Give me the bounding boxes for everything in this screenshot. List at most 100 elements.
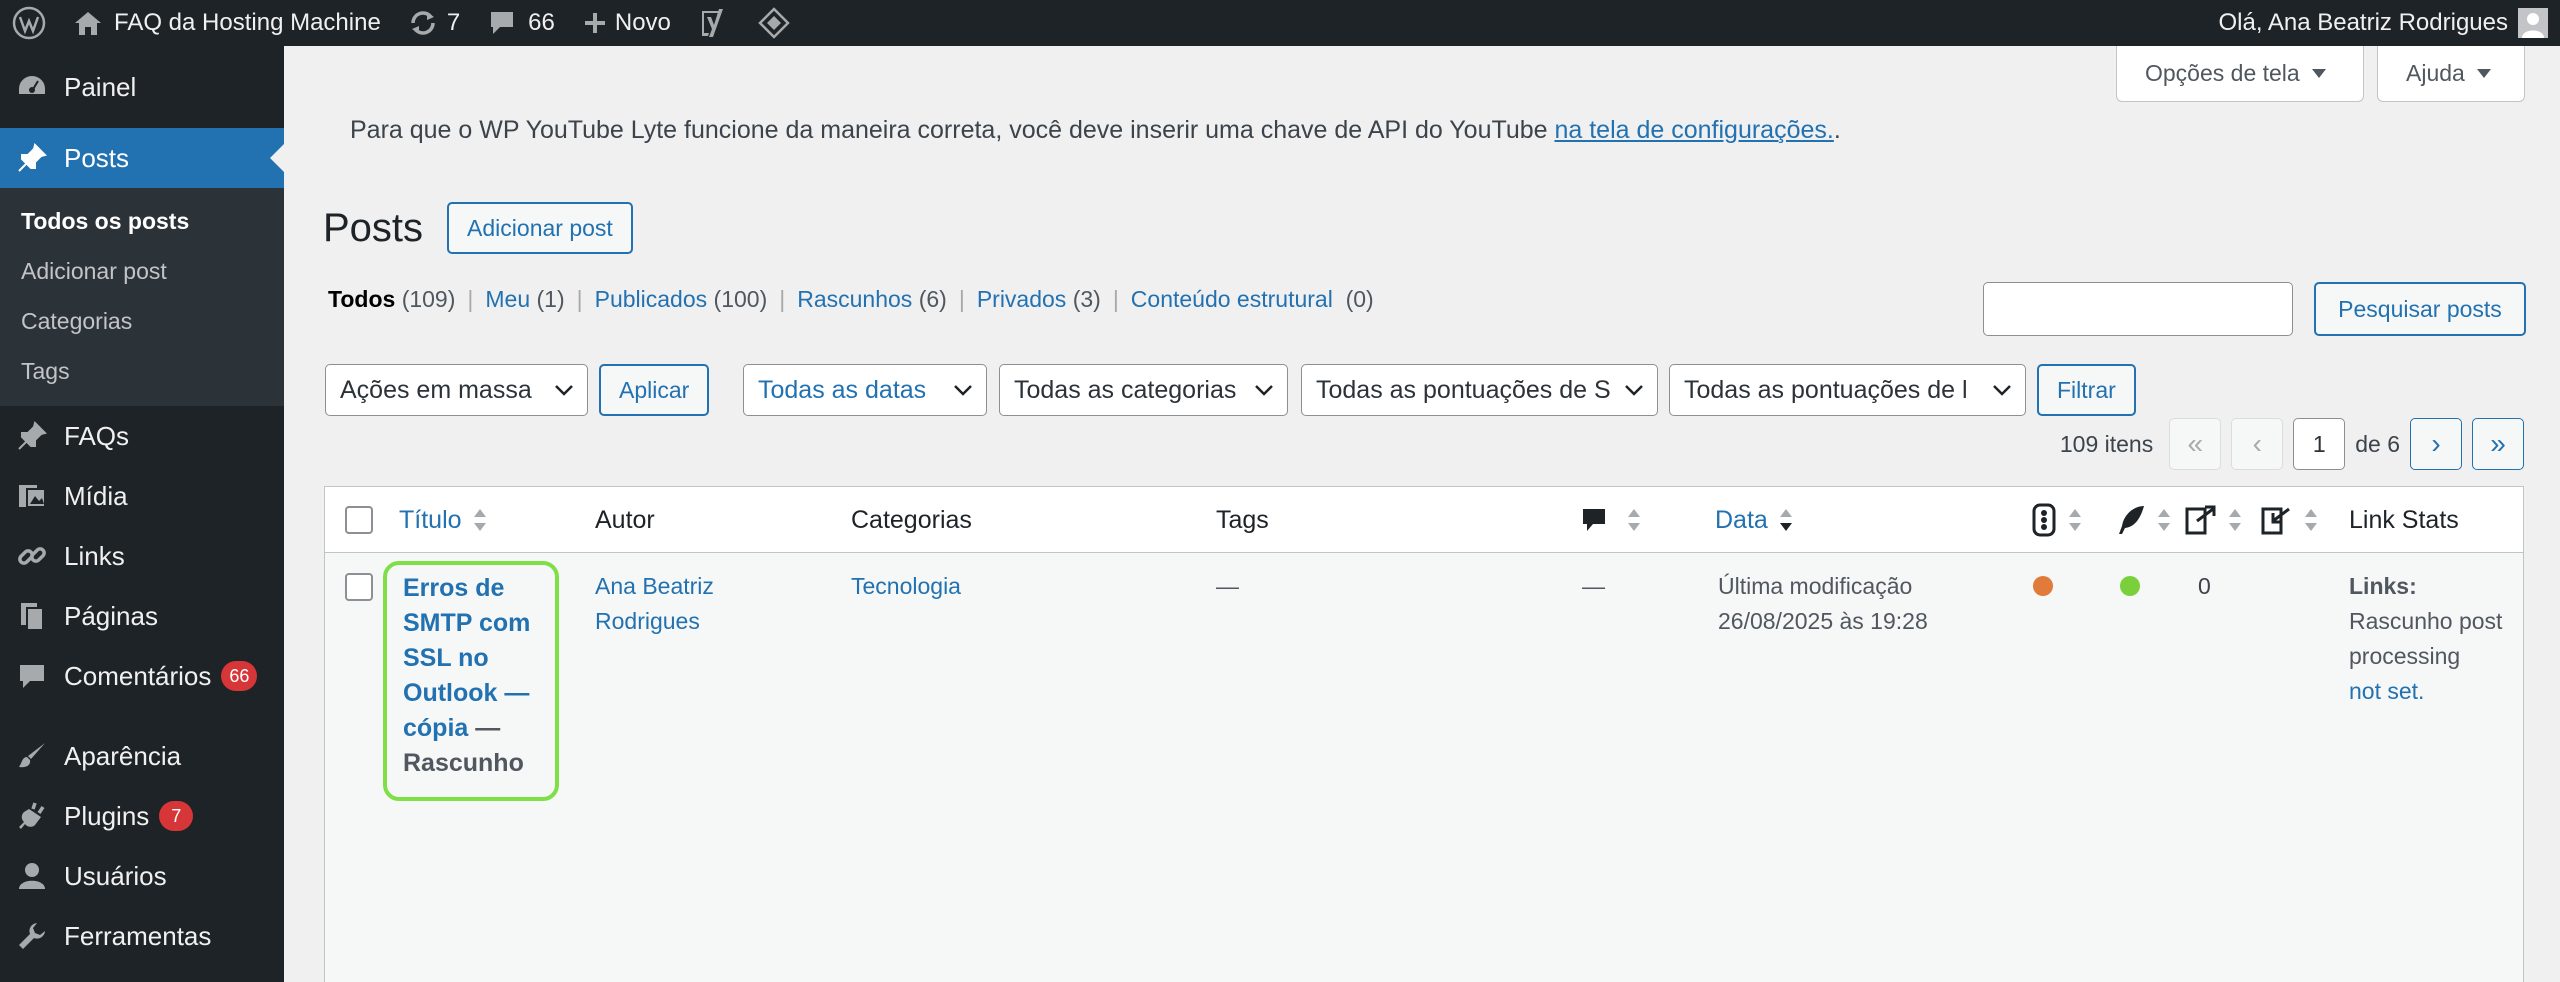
column-date[interactable]: Data bbox=[1715, 487, 1794, 553]
help-button[interactable]: Ajuda bbox=[2377, 46, 2525, 102]
submenu-item-add-post[interactable]: Adicionar post bbox=[0, 246, 284, 296]
prev-page-button[interactable]: ‹ bbox=[2231, 418, 2284, 470]
site-name-link[interactable]: FAQ da Hosting Machine bbox=[60, 0, 395, 46]
search-input[interactable] bbox=[1983, 282, 2293, 336]
view-published[interactable]: Publicados (100) bbox=[595, 286, 768, 313]
first-page-button[interactable]: « bbox=[2169, 418, 2222, 470]
view-label[interactable]: Publicados bbox=[595, 286, 708, 312]
diamond-icon[interactable] bbox=[743, 0, 805, 46]
sidebar-item-ferramentas[interactable]: Ferramentas bbox=[0, 906, 284, 966]
site-name: FAQ da Hosting Machine bbox=[114, 9, 381, 36]
dates-select[interactable]: Todas as datas bbox=[743, 364, 987, 416]
sidebar-item-label: Plugins bbox=[64, 800, 150, 831]
filter-button[interactable]: Filtrar bbox=[2037, 364, 2136, 416]
link-stats-label: Links: bbox=[2349, 573, 2417, 599]
sidebar-item-label: Usuários bbox=[64, 860, 167, 891]
tags-cell: — bbox=[1216, 573, 1239, 599]
incoming-links-icon bbox=[2261, 507, 2290, 535]
new-label: Novo bbox=[614, 9, 671, 36]
submenu-item-categories[interactable]: Categorias bbox=[0, 296, 284, 346]
page-icon bbox=[16, 600, 48, 632]
updates-link[interactable]: 7 bbox=[395, 0, 474, 46]
sidebar-item-paginas[interactable]: Páginas bbox=[0, 586, 284, 646]
seo-scores-select[interactable]: Todas as pontuações de S bbox=[1301, 364, 1658, 416]
post-title-cell: Erros de SMTP com SSL no Outlook — cópia… bbox=[383, 561, 559, 801]
sort-arrows-icon bbox=[1628, 509, 1640, 531]
next-page-button[interactable]: › bbox=[2410, 418, 2462, 470]
comments-cell: — bbox=[1582, 573, 1605, 599]
screen-options-button[interactable]: Opções de tela bbox=[2116, 46, 2364, 102]
view-separator: | bbox=[779, 286, 786, 312]
sidebar-item-aparencia[interactable]: Aparência bbox=[0, 726, 284, 786]
last-page-button[interactable]: » bbox=[2472, 418, 2524, 470]
column-incoming-links[interactable] bbox=[2259, 487, 2319, 553]
sidebar-item-comentarios[interactable]: Comentários 66 bbox=[0, 646, 284, 706]
column-title[interactable]: Título bbox=[399, 487, 488, 553]
view-count: (1) bbox=[536, 286, 565, 312]
link-icon bbox=[16, 540, 48, 572]
sort-arrows-icon bbox=[2069, 509, 2081, 531]
sidebar-item-faqs[interactable]: FAQs bbox=[0, 406, 284, 466]
row-checkbox[interactable] bbox=[345, 573, 373, 601]
column-title-label[interactable]: Título bbox=[399, 506, 462, 535]
sidebar-item-links[interactable]: Links bbox=[0, 526, 284, 586]
yoast-icon[interactable] bbox=[685, 0, 743, 46]
wordpress-logo-icon[interactable] bbox=[0, 0, 60, 46]
apply-button[interactable]: Aplicar bbox=[599, 364, 710, 416]
column-seo-score[interactable] bbox=[2031, 487, 2083, 553]
page-heading: Posts Adicionar post bbox=[323, 202, 633, 254]
submenu-item-all-posts[interactable]: Todos os posts bbox=[0, 196, 284, 246]
sidebar-item-midia[interactable]: Mídia bbox=[0, 466, 284, 526]
select-value: Ações em massa bbox=[340, 375, 532, 404]
column-comments[interactable] bbox=[1580, 487, 1642, 553]
notice-suffix: . bbox=[1833, 116, 1841, 144]
view-label[interactable]: Meu bbox=[485, 286, 530, 312]
screen-options-label: Opções de tela bbox=[2145, 60, 2300, 86]
readability-scores-select[interactable]: Todas as pontuações de l bbox=[1669, 364, 2026, 416]
items-count: 109 itens bbox=[2059, 430, 2154, 457]
categories-select[interactable]: Todas as categorias bbox=[999, 364, 1288, 416]
add-post-button[interactable]: Adicionar post bbox=[447, 202, 633, 254]
sidebar-item-label: Comentários bbox=[64, 660, 212, 691]
search-posts-button[interactable]: Pesquisar posts bbox=[2314, 282, 2526, 336]
view-mine[interactable]: Meu (1) bbox=[485, 286, 564, 313]
avatar bbox=[2518, 8, 2548, 38]
post-title-link[interactable]: Erros de SMTP com SSL no Outlook — cópia bbox=[403, 574, 530, 742]
sort-arrows-icon bbox=[2305, 509, 2317, 531]
submenu-item-tags[interactable]: Tags bbox=[0, 346, 284, 396]
bulk-actions-select[interactable]: Ações em massa bbox=[325, 364, 588, 416]
column-outgoing-links[interactable] bbox=[2183, 487, 2243, 553]
sidebar-item-posts[interactable]: Posts bbox=[0, 128, 284, 188]
view-label[interactable]: Privados bbox=[977, 286, 1066, 312]
link-stats-text: Rascunho post processing bbox=[2349, 608, 2503, 669]
notice-text: Para que o WP YouTube Lyte funcione da m… bbox=[350, 116, 1555, 144]
author-link[interactable]: Ana Beatriz Rodrigues bbox=[595, 573, 714, 634]
new-content-link[interactable]: Novo bbox=[569, 0, 685, 46]
admin-bar: FAQ da Hosting Machine 7 66 Novo Olá, An… bbox=[0, 0, 2560, 46]
view-label[interactable]: Rascunhos bbox=[797, 286, 912, 312]
view-drafts[interactable]: Rascunhos (6) bbox=[797, 286, 947, 313]
category-link[interactable]: Tecnologia bbox=[851, 573, 961, 599]
sidebar-item-plugins[interactable]: Plugins 7 bbox=[0, 786, 284, 846]
column-readability-score[interactable] bbox=[2116, 487, 2172, 553]
view-count: (109) bbox=[401, 286, 456, 312]
post-status-views: Todos (109) | Meu (1) | Publicados (100) | … bbox=[328, 286, 1374, 313]
comments-link[interactable]: 66 bbox=[474, 0, 569, 46]
category-cell: Tecnologia bbox=[851, 569, 961, 604]
view-all[interactable]: Todos (109) bbox=[328, 286, 455, 313]
my-account[interactable]: Olá, Ana Beatriz Rodrigues bbox=[2219, 0, 2560, 46]
view-structural[interactable]: Conteúdo estrutural (0) bbox=[1131, 286, 1374, 313]
notice-settings-link[interactable]: na tela de configurações. bbox=[1554, 116, 1833, 144]
chevron-down-icon bbox=[954, 385, 972, 396]
column-categories: Categorias bbox=[851, 487, 972, 553]
column-date-label[interactable]: Data bbox=[1715, 506, 1768, 535]
sidebar-item-usuarios[interactable]: Usuários bbox=[0, 846, 284, 906]
current-page-input[interactable]: 1 bbox=[2293, 418, 2346, 470]
select-all-checkbox[interactable] bbox=[345, 506, 373, 534]
outgoing-links-icon bbox=[2185, 505, 2216, 535]
link-stats-link[interactable]: not set. bbox=[2349, 678, 2424, 704]
user-icon bbox=[16, 860, 48, 892]
view-private[interactable]: Privados (3) bbox=[977, 286, 1101, 313]
sidebar-item-painel[interactable]: Painel bbox=[0, 56, 284, 118]
view-label[interactable]: Conteúdo estrutural bbox=[1131, 286, 1333, 312]
